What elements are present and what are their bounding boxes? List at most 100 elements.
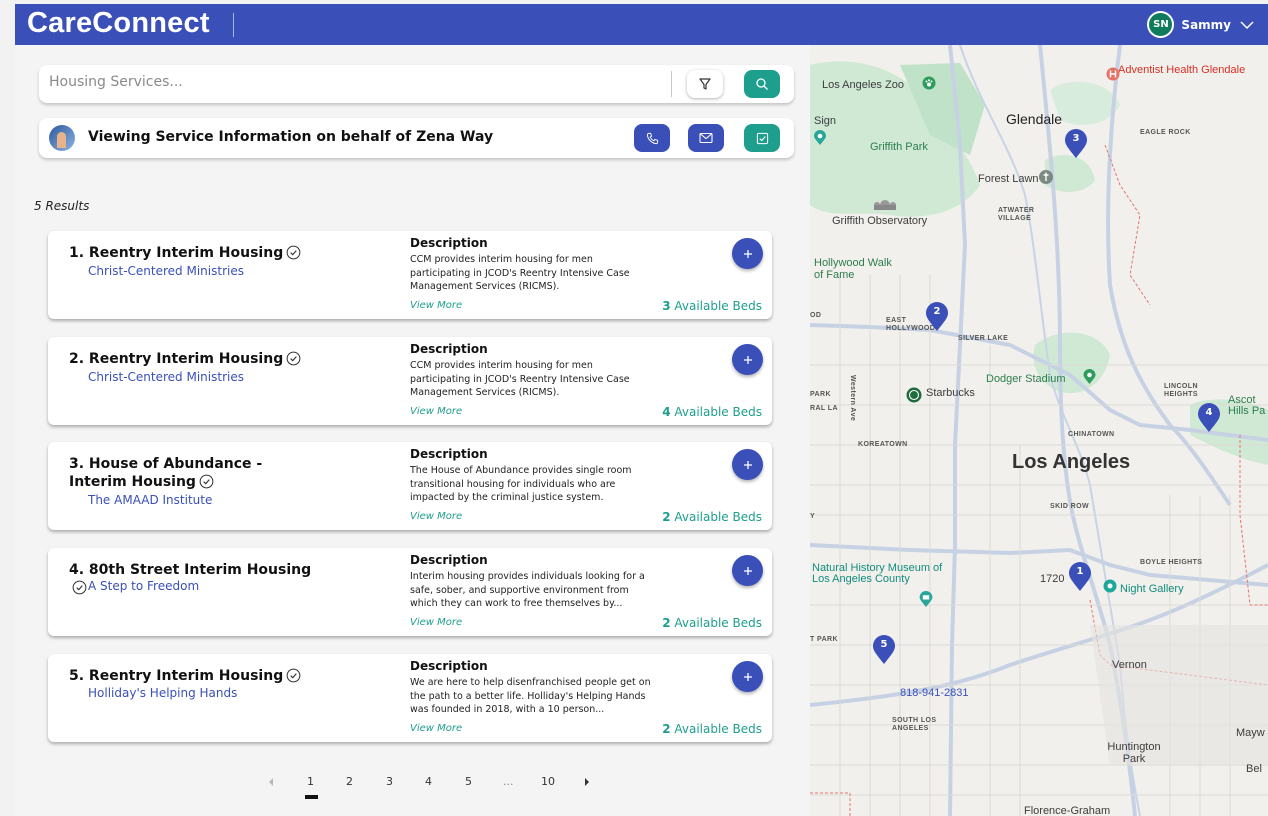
available-beds: 4 Available Beds [662,405,762,419]
map-label-western-ave: Western Ave [849,375,856,422]
museum-pin-icon[interactable] [918,591,934,608]
cemetery-icon[interactable] [1038,169,1054,185]
pin-number: 5 [880,639,888,650]
plus-icon [743,672,752,681]
result-title[interactable]: 5. Reentry Interim Housing [69,668,283,684]
search-divider [671,71,672,97]
beds-count: 4 [662,405,671,419]
map-label-koreatown: KOREATOWN [858,441,908,448]
result-title-block: 2. Reentry Interim Housing [69,350,324,368]
chevron-down-icon[interactable] [1238,16,1256,34]
results-count: 5 Results [34,199,90,213]
description-text: CCM provides interim housing for men par… [410,360,630,398]
map-label-chinatown: CHINATOWN [1068,431,1115,438]
map-label-dodger-stadium: Dodger Stadium [986,373,1066,385]
page-2[interactable]: 2 [346,775,353,788]
result-organization[interactable]: A Step to Freedom [88,579,199,593]
map[interactable]: Los Angeles Zoo Adventist Health Glendal… [810,45,1268,816]
zoo-paw-icon[interactable] [922,76,936,90]
search-button[interactable] [744,70,780,98]
observatory-icon[interactable] [872,197,898,211]
description-text: We are here to help disenfranchised peop… [410,677,651,715]
result-organization[interactable]: Christ-Centered Ministries [88,370,244,384]
add-button[interactable] [732,344,763,375]
filter-button[interactable] [687,70,723,98]
map-label-lincoln-heights: LINCOLN HEIGHTS [1164,383,1198,398]
add-button[interactable] [732,238,763,269]
stadium-pin-icon[interactable] [1082,369,1097,385]
result-card[interactable]: 4. 80th Street Interim Housing A Step to… [48,548,772,636]
page-5[interactable]: 5 [465,775,472,788]
user-menu[interactable]: SN Sammy [1147,11,1256,38]
result-organization[interactable]: Christ-Centered Ministries [88,264,244,278]
description-heading: Description [410,342,488,356]
beds-label: Available Beds [674,616,762,630]
page-3[interactable]: 3 [386,775,393,788]
map-label-zoo: Los Angeles Zoo [822,79,904,91]
client-avatar [49,125,75,151]
map-label-ral-la: RAL LA [810,405,838,412]
add-button[interactable] [732,555,763,586]
result-pin-2[interactable]: 2 [925,302,949,332]
page-10[interactable]: 10 [541,775,555,788]
map-label-eagle-rock: EAGLE ROCK [1140,129,1191,136]
pin-number: 3 [1072,133,1080,144]
result-title[interactable]: 1. Reentry Interim Housing [69,245,283,261]
page-4[interactable]: 4 [425,775,432,788]
avatar[interactable]: SN [1147,11,1175,38]
result-title[interactable]: 4. 80th Street Interim Housing [69,562,311,578]
map-label-ascot: Ascot Hills Pa [1228,394,1266,417]
beds-label: Available Beds [674,299,762,313]
call-button[interactable] [634,124,670,152]
result-pin-1[interactable]: 1 [1068,562,1092,592]
add-button[interactable] [732,661,763,692]
app-header: CareConnect SN Sammy [15,4,1268,45]
next-page-icon[interactable] [583,777,591,787]
result-title[interactable]: 3. House of Abundance - Interim Housing [69,456,262,490]
gallery-icon[interactable] [1103,579,1117,593]
coffee-shop-icon[interactable] [906,387,922,403]
result-card[interactable]: 1. Reentry Interim Housing Christ-Center… [48,231,772,319]
view-more-link[interactable]: View More [410,406,462,417]
map-label-park-fragment: PARK [810,391,831,398]
brand-logo[interactable]: CareConnect [27,7,210,40]
pin-number: 4 [1205,407,1213,418]
pin-number: 2 [933,306,941,317]
result-card[interactable]: 2. Reentry Interim Housing Christ-Center… [48,337,772,425]
description-text: CCM provides interim housing for men par… [410,254,630,292]
add-button[interactable] [732,449,763,480]
view-more-link[interactable]: View More [410,723,462,734]
landmark-pin-icon[interactable] [813,130,827,146]
result-organization[interactable]: Holliday's Helping Hands [88,686,237,700]
prev-page-icon[interactable] [267,777,275,787]
description-heading: Description [410,659,488,673]
result-pin-4[interactable]: 4 [1197,403,1221,433]
map-label-t-park: T PARK [810,636,838,643]
map-label-atwater: ATWATER VILLAGE [998,207,1035,222]
map-label-los-angeles: Los Angeles [1012,451,1131,473]
checklist-button[interactable] [744,124,780,152]
result-pin-3[interactable]: 3 [1064,129,1088,159]
verified-check-icon [72,580,87,595]
beds-label: Available Beds [674,510,762,524]
view-more-link[interactable]: View More [410,300,462,311]
result-organization[interactable]: The AMAAD Institute [88,493,212,507]
hospital-icon[interactable] [1106,67,1120,81]
user-name[interactable]: Sammy [1181,18,1231,32]
verified-check-icon [199,474,214,489]
view-more-link[interactable]: View More [410,511,462,522]
email-button[interactable] [688,124,724,152]
client-context-bar: Viewing Service Information on behalf of… [39,118,794,158]
map-label-glendale: Glendale [1006,111,1063,127]
result-title[interactable]: 2. Reentry Interim Housing [69,351,283,367]
result-card[interactable]: 3. House of Abundance - Interim Housing … [48,442,772,530]
map-label-sign: Sign [814,115,837,127]
result-card[interactable]: 5. Reentry Interim Housing Holliday's He… [48,654,772,742]
verified-check-icon [286,245,301,260]
view-more-link[interactable]: View More [410,617,462,628]
page-ellipsis: ... [503,775,514,788]
available-beds: 2 Available Beds [662,510,762,524]
page-1[interactable]: 1 [307,775,314,788]
result-pin-5[interactable]: 5 [872,635,896,665]
search-input[interactable] [49,74,649,90]
